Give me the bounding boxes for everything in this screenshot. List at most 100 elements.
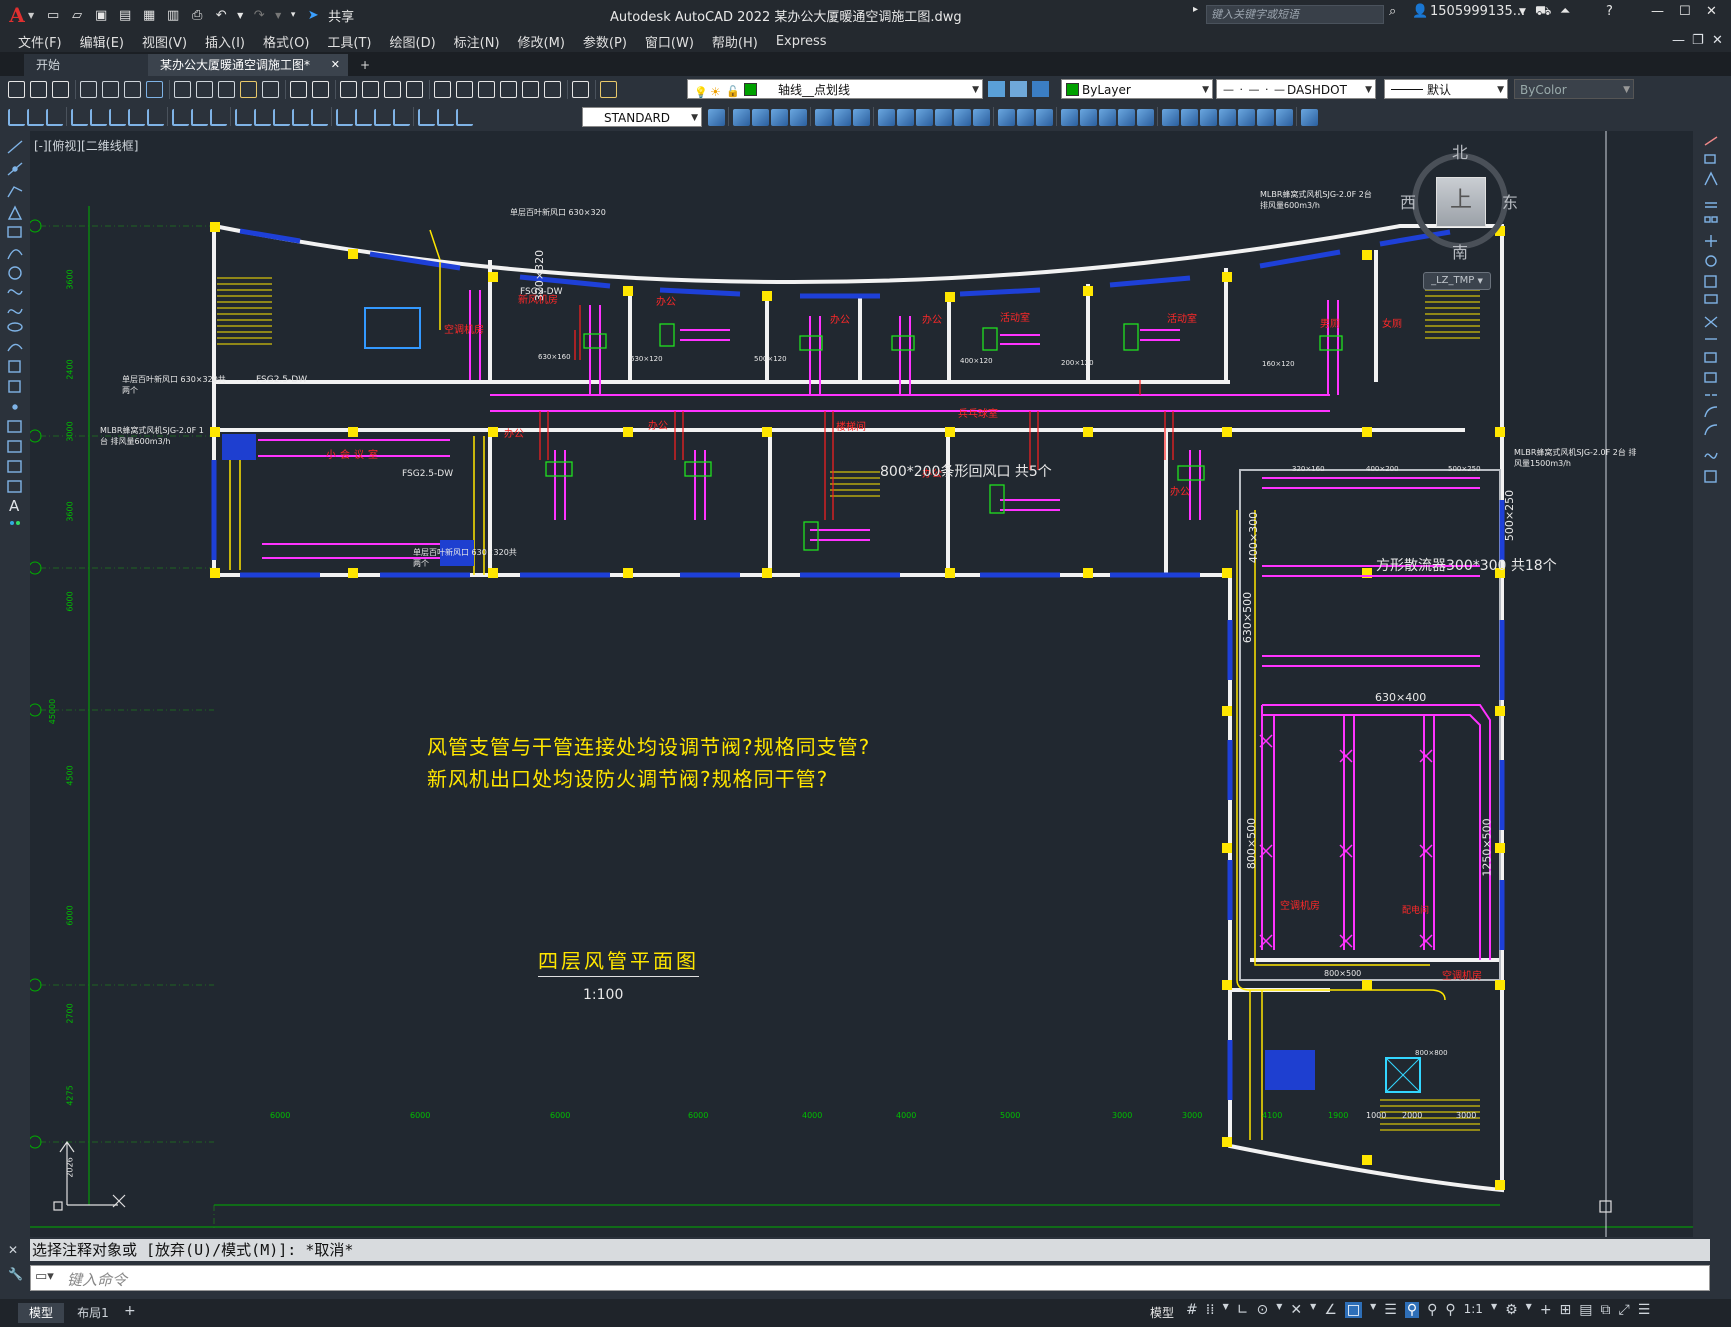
intersect-icon[interactable] (1036, 109, 1053, 126)
properties-icon[interactable] (434, 81, 451, 98)
doc-minimize-icon[interactable]: — (1672, 33, 1685, 48)
help-icon[interactable] (572, 81, 589, 98)
compass-east[interactable]: 东 (1502, 189, 1518, 213)
tolerance-icon[interactable] (336, 109, 353, 126)
union-icon[interactable] (998, 109, 1015, 126)
mirror-3d-icon[interactable] (878, 109, 895, 126)
cut-icon[interactable] (174, 81, 191, 98)
torus-icon[interactable] (1276, 109, 1293, 126)
sheet-set-icon[interactable] (500, 81, 517, 98)
menu-express[interactable]: Express (767, 34, 836, 49)
ordinate-dim-icon[interactable] (128, 109, 145, 126)
auto-scale-icon[interactable]: ⚲ (1427, 1302, 1437, 1318)
command-recent-icon[interactable]: ▭▾ (35, 1269, 54, 1284)
paste-icon[interactable] (218, 81, 235, 98)
angular-dim-icon[interactable] (210, 109, 227, 126)
text-style-icon[interactable] (708, 109, 725, 126)
grid-icon[interactable]: # (1186, 1302, 1198, 1318)
customize-status-icon[interactable]: ☰ (1638, 1302, 1651, 1318)
compass-south[interactable]: 南 (1452, 239, 1468, 263)
align-leader-icon[interactable] (790, 109, 807, 126)
menu-draw[interactable]: 绘图(D) (381, 32, 445, 51)
menu-format[interactable]: 格式(O) (254, 32, 318, 51)
open-file-icon[interactable]: ▱ (68, 7, 86, 23)
baseline-dim-icon[interactable] (254, 109, 271, 126)
plot-preview-icon[interactable] (102, 81, 119, 98)
multileader-icon[interactable] (733, 109, 750, 126)
block-editor-icon[interactable] (262, 81, 279, 98)
scale-chevron-icon[interactable]: ▼ (1491, 1302, 1497, 1318)
ucs-menu-button[interactable]: _LZ_TMP ▼ (1423, 272, 1491, 290)
array-3d-icon[interactable] (897, 109, 914, 126)
new-tab-button[interactable]: + (348, 54, 372, 76)
menu-tools[interactable]: 工具(T) (318, 32, 380, 51)
osnap-chevron-icon[interactable]: ▼ (1370, 1302, 1376, 1318)
linetype-dropdown[interactable]: — · — · — DASHDOT ▼ (1216, 79, 1376, 99)
new-file-icon[interactable]: ▭ (44, 7, 62, 23)
dim-space-icon[interactable] (292, 109, 309, 126)
osnap-icon[interactable]: □ (1344, 1302, 1363, 1318)
interfere-icon[interactable] (954, 109, 971, 126)
help-icon[interactable]: ? (1606, 4, 1613, 19)
zoom-window-icon[interactable] (384, 81, 401, 98)
jogged-linear-icon[interactable] (393, 109, 410, 126)
close-icon[interactable]: ✕ (1706, 4, 1717, 19)
make-current-layer-icon[interactable] (988, 81, 1005, 97)
tab-active-drawing[interactable]: 某办公大厦暖通空调施工图* ✕ (148, 54, 348, 76)
inspect-icon[interactable] (374, 109, 391, 126)
cart-icon[interactable]: ⛟ (1535, 4, 1551, 21)
arc-length-icon[interactable] (109, 109, 126, 126)
tab-model[interactable]: 模型 (18, 1303, 64, 1323)
layer-match-icon[interactable] (1032, 81, 1049, 97)
doc-close-icon[interactable]: ✕ (1712, 33, 1723, 48)
new-icon[interactable] (8, 81, 25, 98)
redo-icon[interactable]: ↷ (250, 7, 268, 23)
extrude-icon[interactable] (1061, 109, 1078, 126)
layer-props-icon[interactable] (600, 81, 617, 98)
lineweight-dropdown[interactable]: 默认 ▼ (1384, 79, 1508, 99)
undo-icon[interactable] (290, 81, 307, 98)
annotation-scale-icon[interactable]: ⚲ (1445, 1302, 1455, 1318)
layer-walk-icon[interactable] (8, 109, 25, 126)
user-account-button[interactable]: 1505999135... (1430, 4, 1525, 19)
user-icon[interactable]: 👤 (1412, 4, 1428, 19)
menu-file[interactable]: 文件(F) (9, 32, 71, 51)
annotation-scale-value[interactable]: 1:1 (1464, 1302, 1483, 1318)
radius-dim-icon[interactable] (147, 109, 164, 126)
quick-dim-icon[interactable] (235, 109, 252, 126)
zoom-realtime-icon[interactable] (362, 81, 379, 98)
wedge-icon[interactable] (1257, 109, 1274, 126)
add-leader-icon[interactable] (752, 109, 769, 126)
menu-window[interactable]: 窗口(W) (636, 32, 703, 51)
aligned-dim-icon[interactable] (90, 109, 107, 126)
maximize-icon[interactable]: ☐ (1679, 4, 1691, 19)
model-space-button[interactable]: 模型 (1150, 1304, 1174, 1321)
menu-parametric[interactable]: 参数(P) (574, 32, 636, 51)
viewport-controls[interactable]: [-][俯视][二维线框] (34, 137, 138, 154)
presspull-icon[interactable] (1080, 109, 1097, 126)
jogged-dim-icon[interactable] (172, 109, 189, 126)
box-icon[interactable] (1162, 109, 1179, 126)
pan-icon[interactable] (340, 81, 357, 98)
plot-icon[interactable] (80, 81, 97, 98)
pyramid-icon[interactable] (1238, 109, 1255, 126)
osnap-tracking-icon[interactable]: ✕ (1290, 1302, 1302, 1318)
autocad-logo-icon[interactable]: A (4, 2, 30, 28)
drawing-canvas[interactable]: [-][俯视][二维线框] 新风机房 办公 办公 办公 办公 活动室 活动室 男… (30, 131, 1693, 1237)
menu-insert[interactable]: 插入(I) (196, 32, 254, 51)
tab-layout1[interactable]: 布局1 (70, 1303, 116, 1323)
menu-dimension[interactable]: 标注(N) (445, 32, 509, 51)
cylinder-icon[interactable] (1181, 109, 1198, 126)
minimize-icon[interactable]: — (1651, 4, 1664, 19)
tab-close-icon[interactable]: ✕ (331, 54, 340, 76)
polar-icon[interactable]: ⊙ (1257, 1302, 1269, 1318)
customize-qat-icon[interactable]: ▾ (288, 7, 298, 23)
menu-edit[interactable]: 编辑(E) (71, 32, 133, 51)
ortho-icon[interactable]: ∟ (1237, 1302, 1249, 1318)
align-3d-icon[interactable] (916, 109, 933, 126)
quickcalc-icon[interactable] (544, 81, 561, 98)
match-prop-icon[interactable] (240, 81, 257, 98)
color-dropdown[interactable]: ByLayer ▼ (1061, 79, 1213, 99)
save-icon[interactable]: ▣ (92, 7, 110, 23)
dim-update-icon[interactable] (456, 109, 473, 126)
